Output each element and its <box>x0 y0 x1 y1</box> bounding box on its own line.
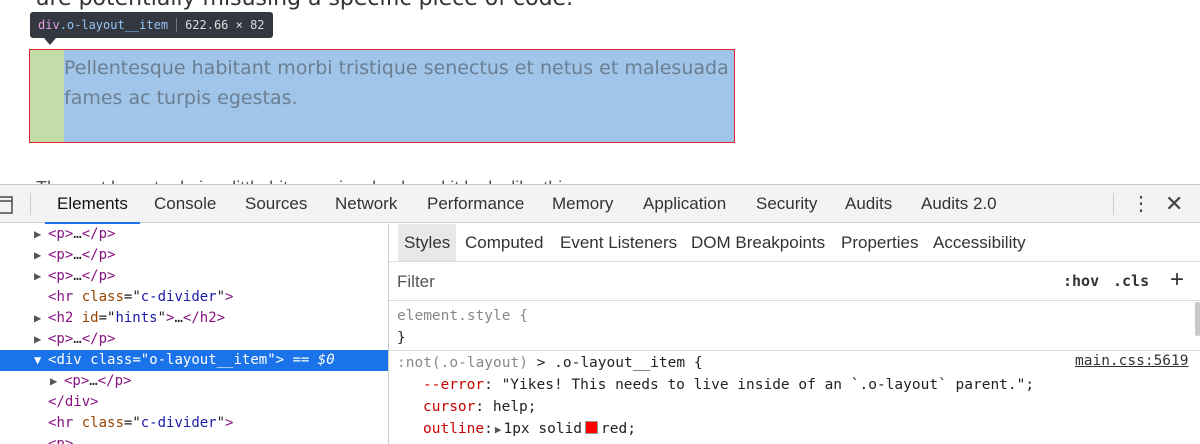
selected-node-reference: == $0 <box>284 352 335 368</box>
css-value[interactable]: "Yikes! This needs to live inside of an … <box>502 377 1035 393</box>
tooltip-separator <box>176 18 178 32</box>
more-options-icon[interactable]: ⋮ <box>1131 193 1151 215</box>
new-rule-icon[interactable]: + <box>1170 266 1184 294</box>
css-value[interactable]: 1px solid <box>503 421 582 437</box>
css-value[interactable]: help; <box>493 399 537 415</box>
tabbar-divider <box>30 193 31 215</box>
tree-node[interactable]: ▶ <p>…</p> <box>0 329 388 350</box>
tabbar-divider <box>1113 193 1114 215</box>
subtab-styles[interactable]: Styles <box>398 224 457 261</box>
tree-node[interactable]: ▶ <p>…</p> <box>0 266 388 287</box>
styles-filter-bar: :hov .cls + <box>389 262 1200 336</box>
expand-arrow-icon[interactable]: ▶ <box>34 266 48 287</box>
tab-audits-2[interactable]: Audits 2.0 <box>921 185 997 223</box>
page-body-text: are potentially misusing a specific piec… <box>36 0 573 11</box>
highlighted-paragraph: Pellentesque habitant morbi tristique se… <box>64 57 729 109</box>
tab-security[interactable]: Security <box>756 185 817 223</box>
tab-audits[interactable]: Audits <box>845 185 892 223</box>
sidebar-subtabs: Styles Computed Event Listeners DOM Brea… <box>389 224 1200 262</box>
rule-selector-unmatched: :not(.o-layout) <box>397 355 528 371</box>
expand-arrow-icon[interactable]: ▶ <box>34 224 48 245</box>
tooltip-dimensions: 622.66 × 82 <box>185 18 265 32</box>
devtools-panel: Elements Console Sources Network Perform… <box>0 184 1200 444</box>
device-toggle-icon[interactable] <box>0 195 16 215</box>
expand-arrow-icon[interactable]: ▶ <box>34 245 48 266</box>
collapse-arrow-icon[interactable]: ▼ <box>34 350 48 371</box>
tooltip-class: .o-layout__item <box>59 18 169 32</box>
css-property[interactable]: --error <box>423 377 484 393</box>
tree-node[interactable]: </div> <box>0 392 388 413</box>
expand-shorthand-icon[interactable]: ▶ <box>495 419 502 441</box>
css-property[interactable]: cursor <box>423 399 475 415</box>
close-icon[interactable]: ✕ <box>1165 189 1183 219</box>
devtools-tabbar: Elements Console Sources Network Perform… <box>0 184 1200 224</box>
tree-node[interactable]: <p>… <box>0 434 388 444</box>
styles-filter-input[interactable] <box>397 271 897 293</box>
subtab-properties[interactable]: Properties <box>841 224 918 261</box>
element-style-selector: element.style { <box>397 308 528 324</box>
subtab-dom-breakpoints[interactable]: DOM Breakpoints <box>691 224 825 261</box>
css-value-color[interactable]: red; <box>601 421 636 437</box>
class-toggle[interactable]: .cls <box>1113 272 1149 290</box>
rule-selector-matched: > .o-layout__item { <box>527 355 703 371</box>
expand-arrow-icon[interactable]: ▶ <box>50 371 64 392</box>
rule-separator <box>389 350 1200 351</box>
tab-network[interactable]: Network <box>335 185 397 223</box>
tree-node[interactable]: <hr class="c-divider"> <box>0 287 388 308</box>
tooltip-arrow <box>44 38 56 45</box>
tab-application[interactable]: Application <box>643 185 726 223</box>
tab-memory[interactable]: Memory <box>552 185 613 223</box>
expand-arrow-icon[interactable]: ▶ <box>34 329 48 350</box>
subtab-computed[interactable]: Computed <box>465 224 543 261</box>
tree-node-selected[interactable]: ▼ <div class="o-layout__item"> == $0 <box>0 350 388 371</box>
css-declaration[interactable]: cursor: help; <box>423 396 537 418</box>
tree-node[interactable]: ▶ <h2 id="hints">…</h2> <box>0 308 388 329</box>
subtab-event-listeners[interactable]: Event Listeners <box>560 224 677 261</box>
subtab-accessibility[interactable]: Accessibility <box>933 224 1026 261</box>
hover-state-toggle[interactable]: :hov <box>1063 272 1099 290</box>
css-declaration[interactable]: outline: ▶ 1px solid red; <box>423 418 636 440</box>
tab-console[interactable]: Console <box>154 185 216 223</box>
element-style-close: } <box>397 330 406 346</box>
tree-node[interactable]: <hr class="c-divider"> <box>0 413 388 434</box>
color-swatch-icon[interactable] <box>585 421 599 434</box>
css-declaration[interactable]: --error: "Yikes! This needs to live insi… <box>423 374 1034 396</box>
styles-scrollbar[interactable] <box>1195 302 1200 336</box>
styles-pane: Styles Computed Event Listeners DOM Brea… <box>389 224 1200 444</box>
rule-source-link[interactable]: main.css:5619 <box>1075 353 1189 369</box>
tree-node[interactable]: ▶ <p>…</p> <box>0 245 388 266</box>
tooltip-tag: div <box>38 18 60 32</box>
inspect-tooltip: div .o-layout__item 622.66 × 82 <box>30 12 273 38</box>
highlighted-element[interactable]: Pellentesque habitant morbi tristique se… <box>29 49 735 143</box>
highlight-padding <box>30 50 64 142</box>
elements-tree: ▶ <p>…</p> ▶ <p>…</p> ▶ <p>…</p> <hr class=… <box>0 224 388 444</box>
tab-elements[interactable]: Elements <box>45 185 140 224</box>
rule-close: } <box>397 440 406 444</box>
tree-node[interactable]: ▶ <p>…</p> <box>0 371 388 392</box>
tree-node[interactable]: ▶ <p>…</p> <box>0 224 388 245</box>
tab-performance[interactable]: Performance <box>427 185 524 223</box>
rule-selector[interactable]: :not(.o-layout) > .o-layout__item { <box>397 352 703 374</box>
css-property[interactable]: outline <box>423 421 484 437</box>
tab-sources[interactable]: Sources <box>245 185 307 223</box>
expand-arrow-icon[interactable]: ▶ <box>34 308 48 329</box>
